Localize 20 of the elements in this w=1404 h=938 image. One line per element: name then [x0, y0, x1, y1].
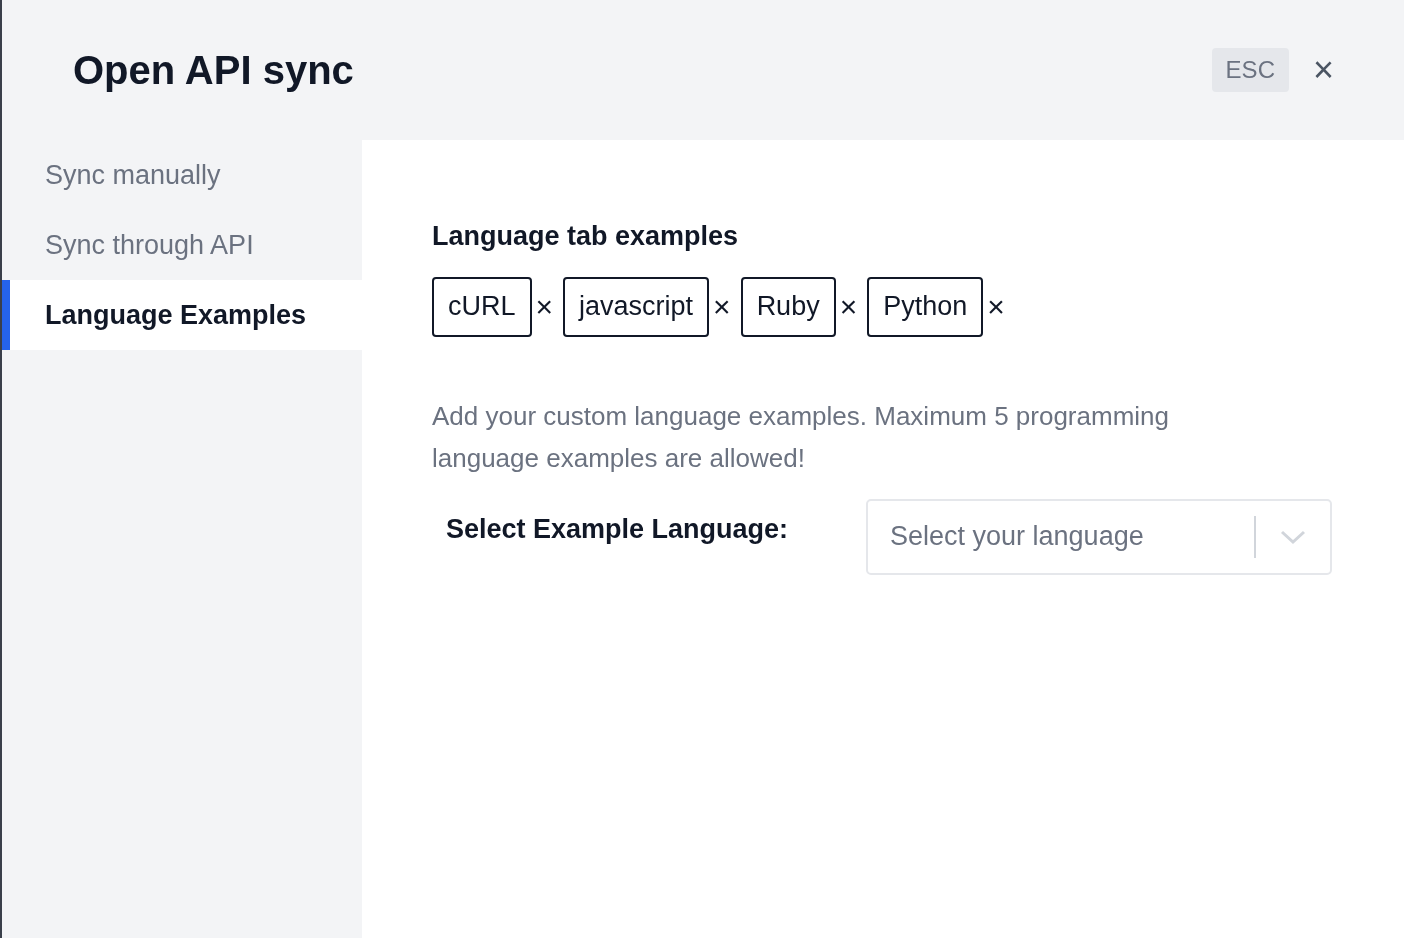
chevron-down-icon: [1280, 528, 1306, 545]
close-button[interactable]: ×: [1312, 52, 1334, 88]
select-label: Select Example Language:: [445, 513, 790, 547]
language-select[interactable]: Select your language: [866, 498, 1332, 575]
language-tag: cURL: [432, 276, 532, 337]
sidebar-item[interactable]: Language Examples: [2, 280, 362, 350]
remove-tag-button[interactable]: ×: [535, 291, 554, 322]
section-heading: Language tab examples: [432, 220, 740, 253]
sidebar-item[interactable]: Sync manually: [2, 140, 362, 210]
esc-key-hint: ESC: [1211, 48, 1289, 92]
remove-tag-button[interactable]: ×: [713, 291, 731, 322]
dialog-title: Open API sync: [73, 47, 354, 94]
help-text: Add your custom language examples. Maximum 5 programming language examples are allowed!: [432, 399, 1170, 475]
select-placeholder: Select your language: [889, 520, 1145, 554]
sidebar-item[interactable]: Sync through API: [2, 210, 362, 280]
remove-tag-button[interactable]: ×: [987, 291, 1005, 322]
language-tag: javascript: [563, 276, 710, 337]
language-tag: Python: [867, 276, 984, 337]
language-tag: Ruby: [740, 276, 836, 337]
remove-tag-button[interactable]: ×: [839, 291, 858, 322]
